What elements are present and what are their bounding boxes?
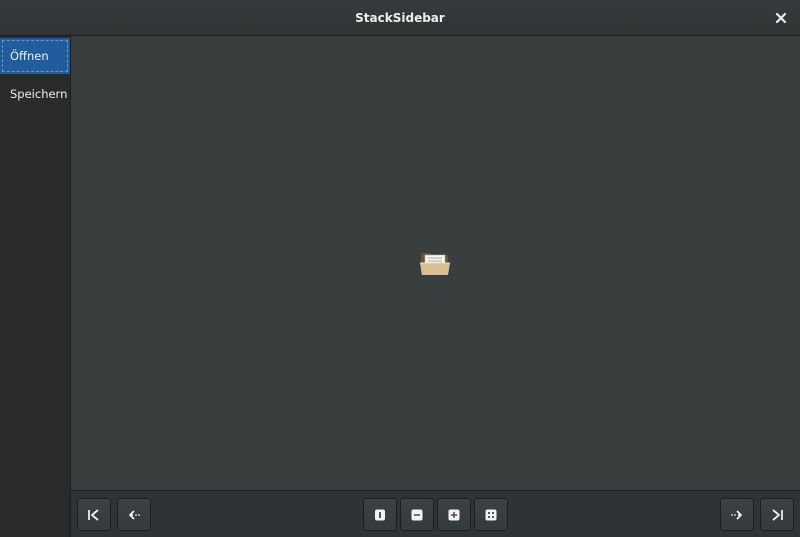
page-icon [375,509,385,520]
sidebar-item-offnen[interactable]: Öffnen [0,38,70,74]
go-last-icon [772,508,783,521]
go-first-button[interactable] [77,498,111,531]
close-button[interactable] [770,7,792,29]
app-window: StackSidebar Öffnen Speichern [0,0,800,537]
stack-sidebar: Öffnen Speichern [0,36,71,537]
sidebar-item-speichern[interactable]: Speichern [0,76,70,112]
go-previous-button[interactable] [117,498,151,531]
minus-button[interactable] [400,498,434,531]
go-next-icon [731,509,742,520]
go-first-icon [88,508,99,521]
fit-icon [485,509,497,520]
window-title: StackSidebar [355,11,445,25]
page-button[interactable] [363,498,397,531]
go-next-button[interactable] [720,498,754,531]
action-bar [71,490,800,537]
stack-content [71,36,800,490]
sidebar-item-label: Speichern [10,87,68,101]
folder-open-icon [420,253,450,275]
go-previous-icon [129,509,140,520]
sidebar-item-label: Öffnen [10,49,49,63]
close-icon [775,12,787,24]
header-bar: StackSidebar [0,0,800,36]
plus-icon [448,509,460,520]
plus-button[interactable] [437,498,471,531]
go-last-button[interactable] [760,498,794,531]
fit-button[interactable] [474,498,508,531]
minus-icon [411,509,423,520]
